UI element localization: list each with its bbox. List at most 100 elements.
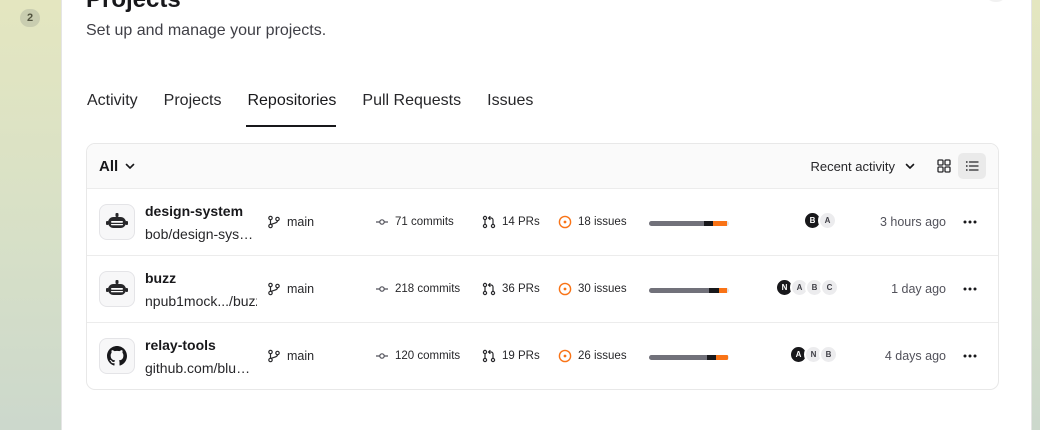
pr-count-label: 19 PRs — [502, 350, 540, 362]
bot-icon — [106, 280, 128, 295]
commit-count: 120 commits — [375, 349, 460, 363]
avatar[interactable]: B — [819, 345, 838, 364]
sort-dropdown[interactable]: Recent activity — [810, 159, 916, 174]
repository-name[interactable]: buzz — [145, 270, 176, 286]
tab-repositories[interactable]: Repositories — [246, 86, 336, 127]
repository-avatar — [99, 204, 135, 240]
pull-request-icon — [482, 282, 496, 296]
contributor-avatars: A N B — [789, 345, 838, 364]
issue-count-label: 18 issues — [578, 216, 627, 228]
more-horizontal-icon — [963, 220, 977, 224]
repository-path: bob/design-system — [145, 226, 257, 242]
tab-projects[interactable]: Projects — [163, 86, 222, 127]
pr-count-label: 36 PRs — [502, 283, 540, 295]
grid-view-button[interactable] — [930, 153, 958, 179]
pr-count[interactable]: 14 PRs — [482, 215, 540, 229]
contributor-avatars: B A — [803, 211, 837, 230]
repository-row[interactable]: relay-tools github.com/bluesky/relay-too… — [87, 323, 998, 389]
more-horizontal-icon — [963, 287, 977, 291]
repository-avatar — [99, 271, 135, 307]
branch-name: main — [287, 282, 315, 296]
issue-icon — [558, 349, 572, 363]
bot-icon — [106, 213, 128, 228]
issue-count-label: 26 issues — [578, 350, 627, 362]
activity-segment-orange — [712, 221, 728, 226]
last-activity-time: 4 days ago — [884, 349, 946, 363]
tab-activity[interactable]: Activity — [86, 86, 138, 127]
issue-count-label: 30 issues — [578, 283, 627, 295]
git-commit-icon — [376, 353, 388, 359]
grid-icon — [937, 159, 951, 173]
commit-count-label: 71 commits — [395, 216, 454, 228]
activity-segment-main — [649, 355, 707, 360]
commit-count-label: 120 commits — [395, 350, 461, 362]
git-branch-icon — [268, 215, 280, 229]
activity-bar — [649, 355, 729, 360]
pr-count[interactable]: 19 PRs — [482, 349, 540, 363]
main-panel: Projects Set up and manage your projects… — [61, 0, 1032, 430]
activity-segment-main — [649, 288, 709, 293]
last-activity-time: 3 hours ago — [879, 215, 946, 229]
list-view-button[interactable] — [958, 153, 986, 179]
activity-segment-dark — [709, 288, 720, 293]
issue-icon — [558, 282, 572, 296]
activity-segment-dark — [706, 355, 717, 360]
repository-row[interactable]: buzz npub1mock.../buzz main 218 commits … — [87, 256, 998, 323]
left-rail: 2 — [0, 0, 61, 430]
row-actions-button[interactable] — [960, 214, 980, 230]
row-actions-button[interactable] — [960, 348, 980, 364]
tab-issues[interactable]: Issues — [486, 86, 533, 127]
contributor-avatars: N A B C — [775, 278, 839, 297]
commit-count: 218 commits — [375, 282, 460, 296]
filter-label: All — [99, 157, 119, 175]
branch-name: main — [287, 215, 315, 229]
issue-icon — [558, 215, 572, 229]
git-branch-icon — [268, 282, 280, 296]
repository-name[interactable]: design-system — [145, 203, 243, 219]
repository-path: npub1mock.../buzz — [145, 293, 257, 309]
tab-bar: Activity Projects Repositories Pull Requ… — [86, 86, 558, 127]
github-icon — [107, 346, 127, 366]
page-subtitle: Set up and manage your projects. — [86, 22, 327, 39]
tab-pull-requests[interactable]: Pull Requests — [361, 86, 461, 127]
branch-info: main — [267, 282, 314, 296]
pull-request-icon — [482, 349, 496, 363]
issue-count[interactable]: 26 issues — [558, 349, 627, 363]
activity-segment-dark — [704, 221, 713, 226]
repository-avatar — [99, 338, 135, 374]
branch-name: main — [287, 349, 315, 363]
header-action-icon[interactable] — [987, 0, 1005, 2]
branch-info: main — [267, 349, 314, 363]
git-commit-icon — [376, 286, 388, 292]
repositories-card: All Recent activity design-system bob/de… — [86, 143, 999, 390]
repository-name[interactable]: relay-tools — [145, 337, 216, 353]
pr-count[interactable]: 36 PRs — [482, 282, 540, 296]
commit-count: 71 commits — [375, 215, 454, 229]
card-toolbar: All Recent activity — [87, 144, 998, 189]
avatar[interactable]: A — [818, 211, 837, 230]
page-title: Projects — [86, 0, 181, 12]
repository-path: github.com/bluesky/relay-tools — [145, 360, 257, 376]
activity-segment-orange — [716, 355, 729, 360]
commit-count-label: 218 commits — [395, 283, 461, 295]
git-commit-icon — [376, 219, 388, 225]
pull-request-icon — [482, 215, 496, 229]
row-actions-button[interactable] — [960, 281, 980, 297]
chevron-down-icon — [905, 163, 915, 169]
sort-label: Recent activity — [810, 158, 895, 174]
repository-row[interactable]: design-system bob/design-system main 71 … — [87, 189, 998, 256]
activity-bar — [649, 221, 729, 226]
issue-count[interactable]: 18 issues — [558, 215, 627, 229]
activity-segment-main — [649, 221, 705, 226]
last-activity-time: 1 day ago — [891, 282, 946, 296]
filter-dropdown[interactable]: All — [99, 158, 136, 175]
issue-count[interactable]: 30 issues — [558, 282, 627, 296]
notification-badge[interactable]: 2 — [20, 9, 40, 27]
list-icon — [965, 161, 979, 171]
pr-count-label: 14 PRs — [502, 216, 540, 228]
avatar[interactable]: C — [820, 278, 839, 297]
activity-bar — [649, 288, 729, 293]
activity-segment-orange — [719, 288, 728, 293]
git-branch-icon — [268, 349, 280, 363]
more-horizontal-icon — [963, 354, 977, 358]
